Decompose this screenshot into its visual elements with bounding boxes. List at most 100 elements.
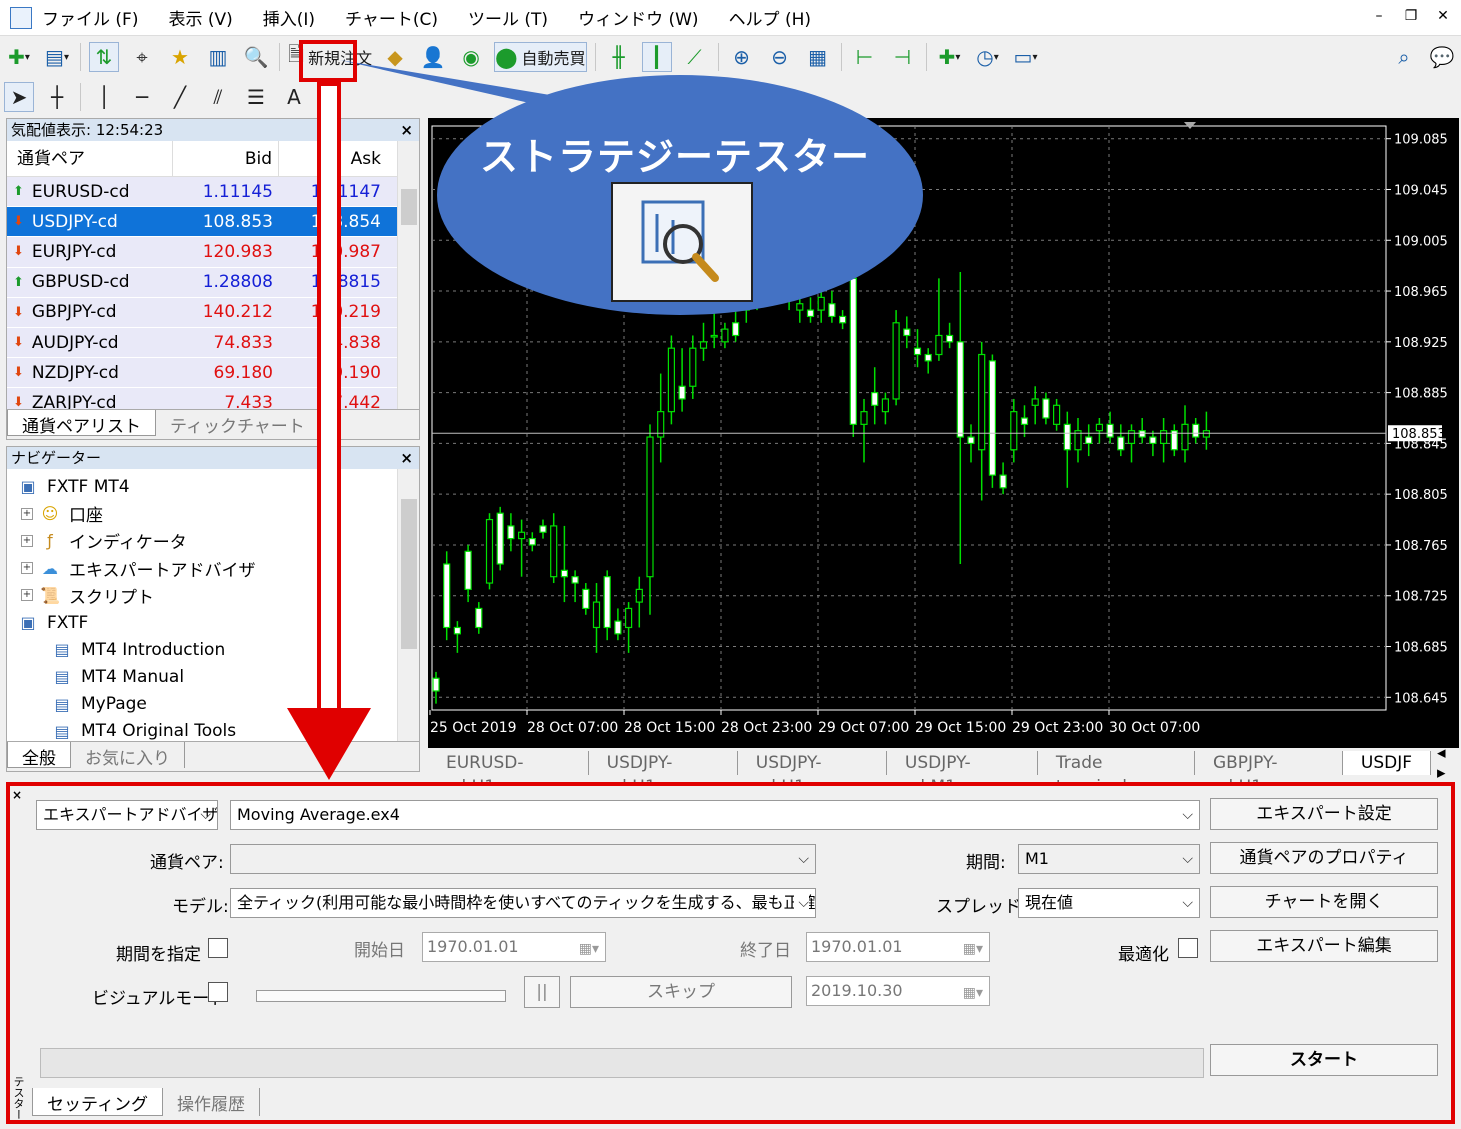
candle-body bbox=[1010, 411, 1018, 451]
tab-symbols[interactable]: 通貨ペアリスト bbox=[7, 410, 156, 437]
nav-item[interactable]: ▣ FXTF bbox=[7, 609, 419, 636]
expand-icon[interactable]: + bbox=[21, 507, 33, 520]
expand-icon[interactable]: + bbox=[21, 562, 33, 575]
end-date-picker[interactable]: 1970.01.01 ▦▾ bbox=[806, 932, 990, 962]
nav-item[interactable]: + ☁ エキスパートアドバイザ bbox=[7, 555, 419, 582]
nav-item-label: スクリプト bbox=[69, 587, 154, 608]
candle-body bbox=[603, 576, 611, 629]
nav-item-label: エキスパートアドバイザ bbox=[69, 560, 256, 581]
nav-item[interactable]: ▤ MT4 Introduction bbox=[7, 636, 419, 663]
end-date-value: 1970.01.01 bbox=[811, 937, 903, 956]
time-label: 30 Oct 07:00 bbox=[1109, 720, 1200, 736]
calendar-icon: ▦▾ bbox=[962, 985, 983, 1001]
open-chart-button[interactable]: チャートを開く bbox=[1210, 886, 1438, 918]
expert-select[interactable]: Moving Average.ex4 ⌵ bbox=[230, 800, 1200, 830]
terminal-icon: ▣ bbox=[20, 477, 36, 497]
spread-select[interactable]: 現在値 ⌵ bbox=[1018, 888, 1200, 918]
tab-tick-chart[interactable]: ティックチャート bbox=[156, 410, 320, 437]
symbol-properties-button[interactable]: 通貨ペアのプロパティ bbox=[1210, 842, 1438, 874]
close-icon[interactable]: × bbox=[12, 788, 22, 802]
expand-icon[interactable]: + bbox=[21, 534, 33, 547]
price-label: 108.765 bbox=[1394, 539, 1448, 554]
chart-tab[interactable]: USDJPY-cd,M1 bbox=[887, 751, 1038, 797]
spread-select-value: 現在値 bbox=[1025, 893, 1074, 912]
time-label: 29 Oct 07:00 bbox=[818, 720, 909, 736]
candle-body bbox=[539, 525, 547, 533]
candle-body bbox=[571, 576, 579, 584]
nav-item-label: FXTF bbox=[47, 612, 89, 633]
candle-body bbox=[507, 525, 515, 540]
price-label: 108.725 bbox=[1394, 590, 1448, 605]
callout-label: ストラテジーテスター bbox=[480, 135, 871, 179]
candle-body bbox=[453, 626, 461, 635]
price-label: 108.685 bbox=[1394, 641, 1448, 656]
visual-mode-checkbox[interactable] bbox=[208, 982, 228, 1002]
optimization-checkbox[interactable] bbox=[1178, 938, 1198, 958]
expand-icon[interactable]: + bbox=[21, 589, 33, 602]
nav-item[interactable]: + 📜 スクリプト bbox=[7, 582, 419, 609]
chart-tab[interactable]: Trade terminal bbox=[1038, 751, 1195, 797]
tab-scroll-arrows[interactable]: ◂ ▸ bbox=[1437, 743, 1459, 783]
page-icon: ▤ bbox=[54, 640, 70, 660]
candle-body bbox=[1149, 436, 1157, 444]
nav-item-label: MyPage bbox=[81, 694, 147, 715]
nav-item-label: MT4 Original Tools bbox=[81, 721, 237, 742]
chart-tab[interactable]: USDJPY-cd,H1 bbox=[589, 751, 738, 797]
symbol-select[interactable]: ⌵ bbox=[230, 844, 816, 874]
candle-body bbox=[475, 607, 483, 629]
tab-journal[interactable]: 操作履歴 bbox=[163, 1088, 260, 1116]
strategy-tester-panel: × エキスパートアドバイザ ⌵ Moving Average.ex4 ⌵ エキスパー… bbox=[6, 782, 1455, 1124]
candle-body bbox=[1138, 430, 1146, 438]
chart-tab[interactable]: USDJF bbox=[1342, 751, 1432, 775]
tab-settings[interactable]: セッティング bbox=[32, 1088, 163, 1116]
navigator-tree: ▣ FXTF MT4 + ☺ 口座 + ƒ インディケータ + ☁ エキスパートアドバイザ + 📜 スクリ… bbox=[7, 469, 419, 745]
candle-body bbox=[635, 588, 643, 603]
candle-body bbox=[1052, 404, 1061, 425]
tab-favorites[interactable]: お気に入り bbox=[71, 742, 185, 769]
nav-item[interactable]: ▣ FXTF MT4 bbox=[7, 473, 419, 500]
candle-body bbox=[1095, 423, 1104, 432]
visual-speed-slider[interactable] bbox=[256, 990, 506, 1002]
start-button[interactable]: スタート bbox=[1210, 1044, 1438, 1076]
pause-button[interactable]: || bbox=[524, 976, 560, 1008]
nav-item[interactable]: ▤ MT4 Manual bbox=[7, 663, 419, 690]
candle-body bbox=[485, 518, 494, 584]
chart-tab[interactable]: GBPJPY-cd,H1 bbox=[1195, 751, 1343, 797]
candle-body bbox=[1192, 423, 1200, 438]
close-icon[interactable]: × bbox=[400, 447, 413, 469]
chevron-down-icon: ⌵ bbox=[794, 889, 809, 917]
nav-item[interactable]: + ☺ 口座 bbox=[7, 500, 419, 527]
optimization-label: 最適化 bbox=[1118, 945, 1169, 965]
chevron-down-icon: ⌵ bbox=[1182, 807, 1193, 823]
tester-type-select[interactable]: エキスパートアドバイザ ⌵ bbox=[36, 800, 218, 830]
skip-button[interactable]: スキップ bbox=[570, 976, 792, 1008]
candle-body bbox=[496, 512, 504, 565]
nav-item-label: FXTF MT4 bbox=[47, 476, 130, 497]
candle-body bbox=[1020, 417, 1029, 425]
expert-select-value: Moving Average.ex4 bbox=[237, 805, 400, 824]
chevron-down-icon: ⌵ bbox=[798, 851, 809, 867]
strategy-tester-large-icon bbox=[611, 182, 753, 302]
period-select-value: M1 bbox=[1025, 849, 1049, 868]
candle-body bbox=[967, 436, 975, 444]
folder-icon: ▣ bbox=[20, 613, 36, 633]
start-date-picker[interactable]: 1970.01.01 ▦▾ bbox=[422, 932, 606, 962]
edit-expert-button[interactable]: エキスパート編集 bbox=[1210, 930, 1438, 962]
use-date-checkbox[interactable] bbox=[208, 938, 228, 958]
navigator-scrollbar[interactable] bbox=[397, 469, 419, 741]
tab-general[interactable]: 全般 bbox=[7, 742, 71, 769]
scrollbar-thumb[interactable] bbox=[401, 499, 417, 649]
candle-body bbox=[1042, 398, 1050, 419]
time-label: 28 Oct 15:00 bbox=[624, 720, 715, 736]
chevron-down-icon: ⌵ bbox=[200, 807, 211, 823]
skip-date-picker[interactable]: 2019.10.30 ▦▾ bbox=[806, 976, 990, 1006]
red-arrow-head bbox=[287, 708, 371, 780]
visual-mode-label: ビジュアルモード bbox=[92, 989, 227, 1009]
model-select[interactable]: 全ティック(利用可能な最小時間枠を使いすべてのティックを生成する、最も正確 ⌵ bbox=[230, 888, 816, 918]
chart-tab[interactable]: EURUSD-cd,H1 bbox=[428, 751, 589, 797]
candle-body bbox=[860, 411, 868, 425]
nav-item[interactable]: + ƒ インディケータ bbox=[7, 527, 419, 554]
period-select[interactable]: M1 ⌵ bbox=[1018, 844, 1200, 874]
expert-settings-button[interactable]: エキスパート設定 bbox=[1210, 798, 1438, 830]
chart-tab[interactable]: USDJPY-cd,H1 bbox=[738, 751, 887, 797]
